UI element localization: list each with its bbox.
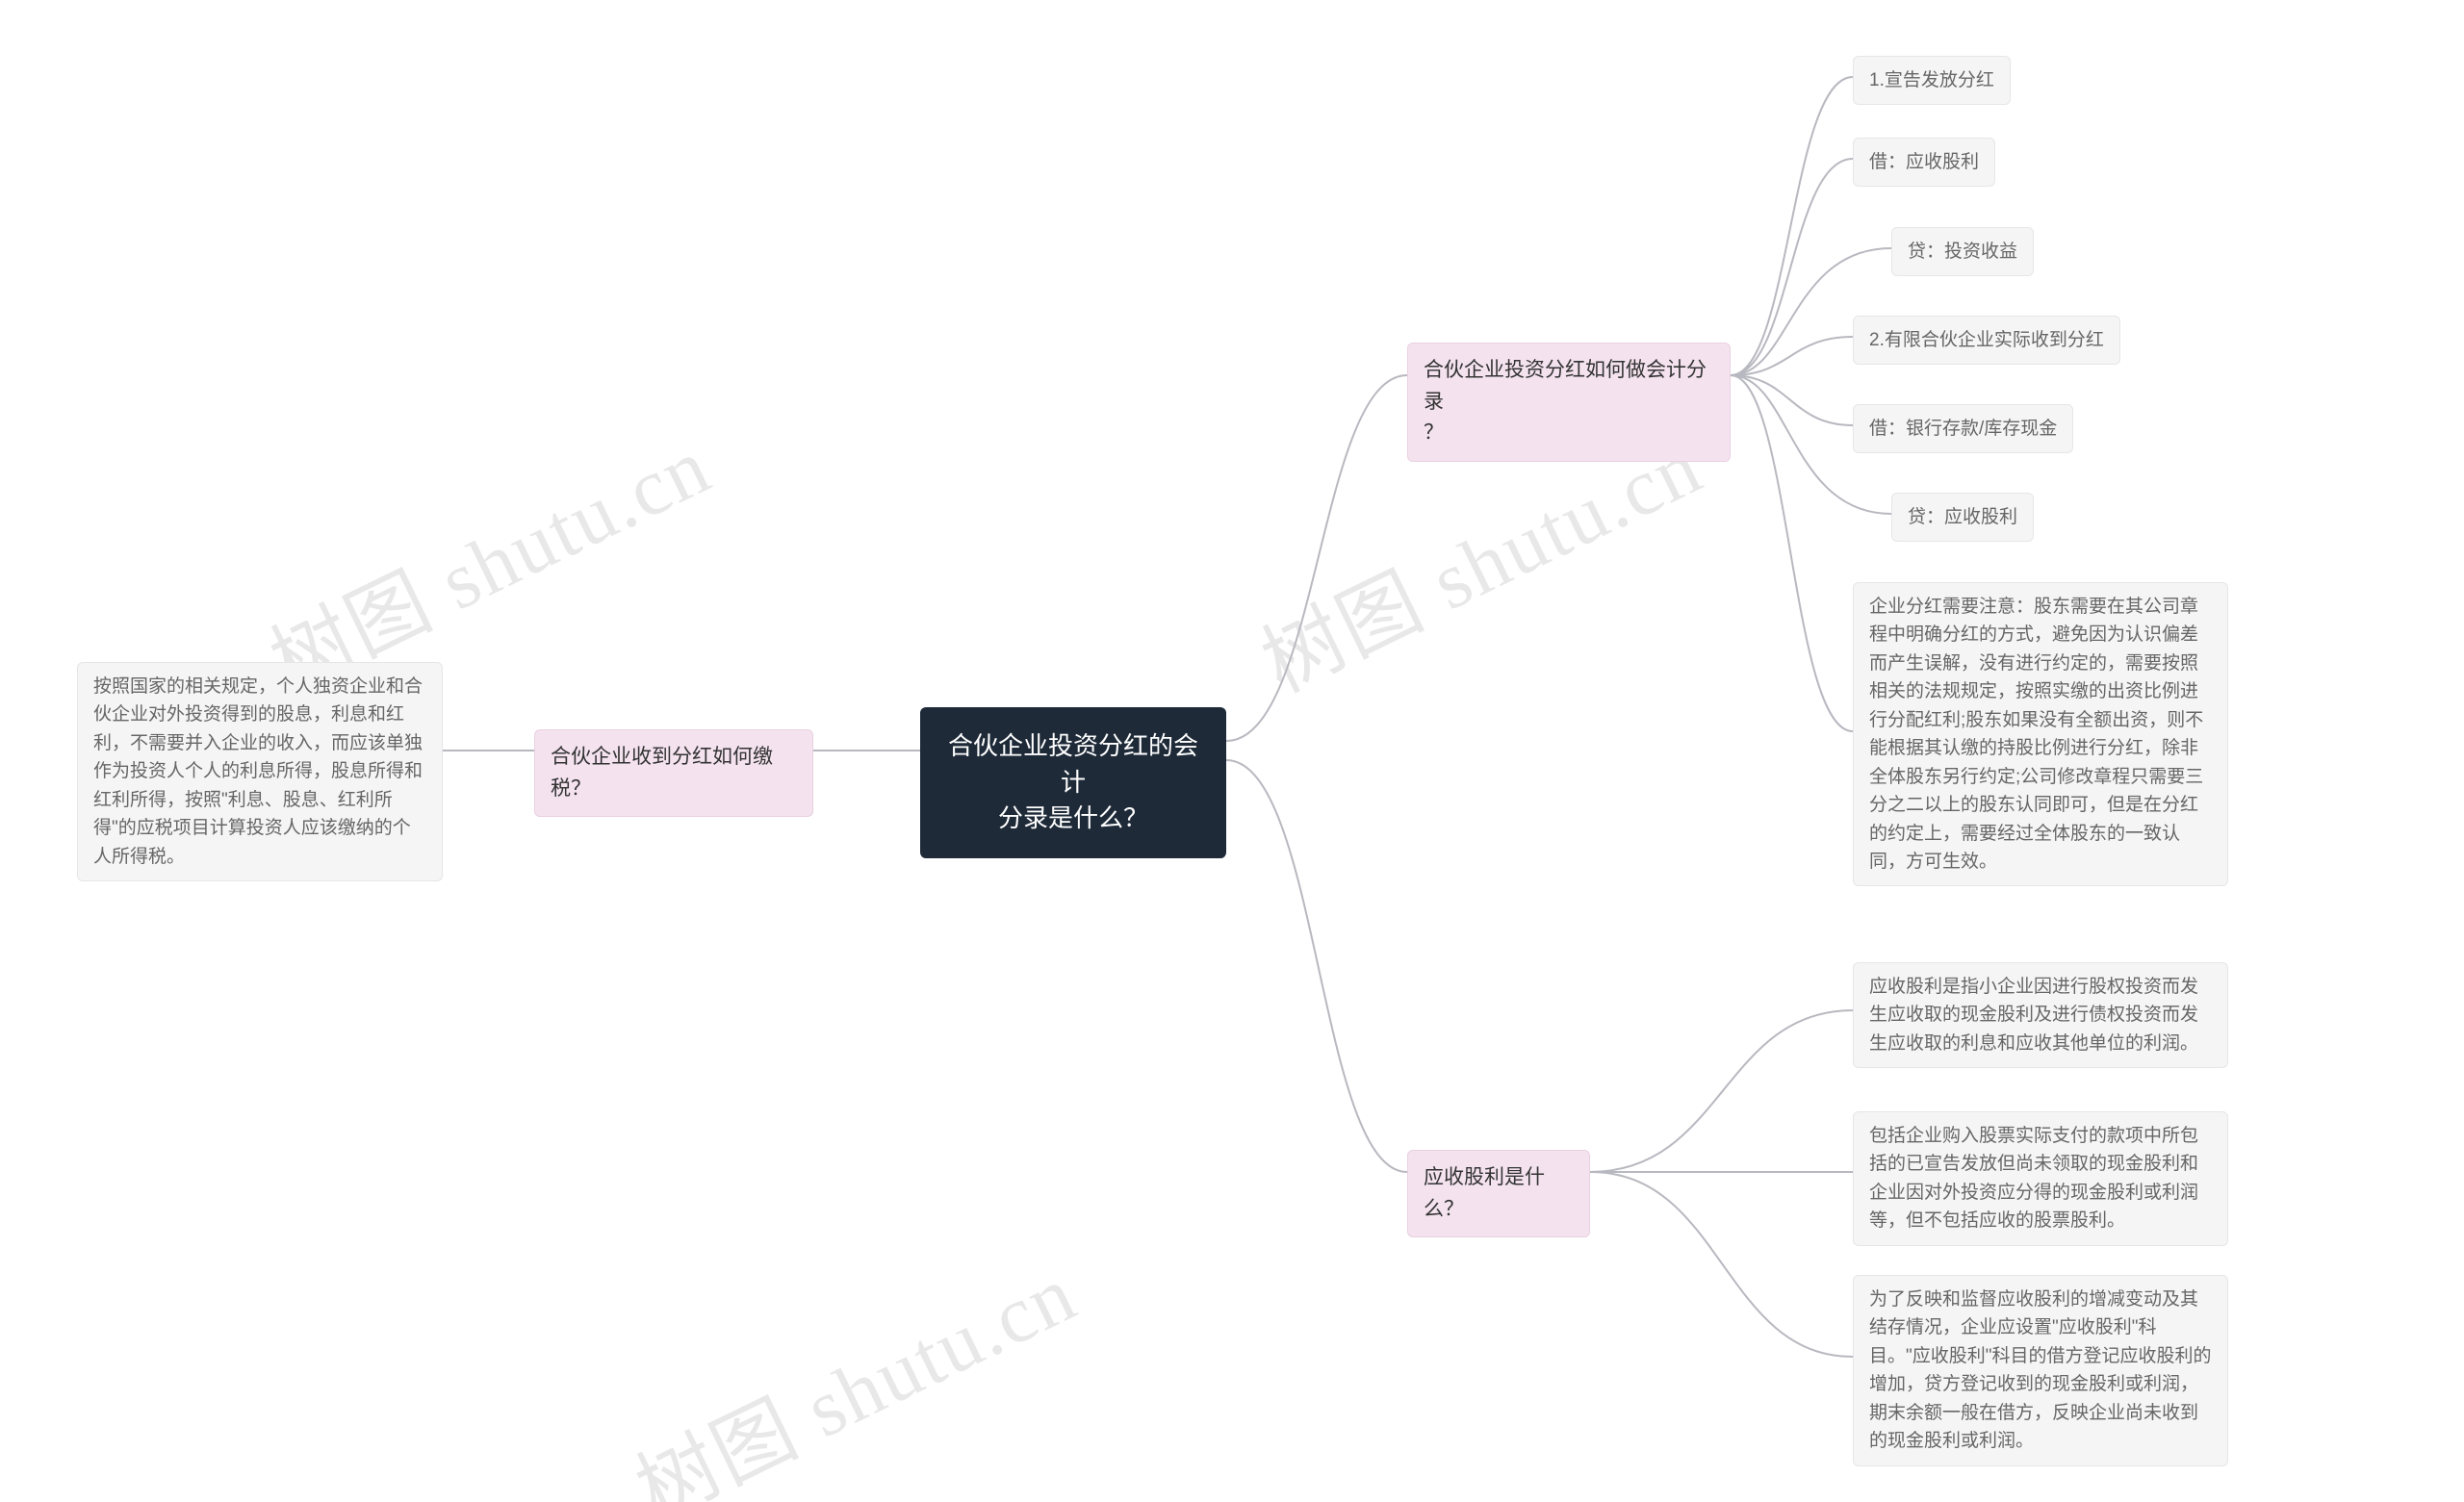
sec-tax[interactable]: 合伙企业收到分红如何缴税？ <box>534 729 813 817</box>
leaf-s1c7-text: 企业分红需要注意：股东需要在其公司章程中明确分红的方式，避免因为认识偏差而产生误… <box>1869 597 2203 872</box>
leaf-s1c3[interactable]: 贷：投资收益 <box>1891 227 2034 276</box>
leaf-s1c6-text: 贷：应收股利 <box>1908 507 2017 527</box>
leaf-tax-detail[interactable]: 按照国家的相关规定，个人独资企业和合伙企业对外投资得到的股息，利息和红利，不需要… <box>77 662 443 881</box>
sec-receivable[interactable]: 应收股利是什么？ <box>1407 1150 1590 1237</box>
leaf-s1c1[interactable]: 1.宣告发放分红 <box>1853 56 2011 105</box>
leaf-s1c3-text: 贷：投资收益 <box>1908 242 2017 262</box>
leaf-s1c7[interactable]: 企业分红需要注意：股东需要在其公司章程中明确分红的方式，避免因为认识偏差而产生误… <box>1853 582 2228 886</box>
leaf-s2c3-text: 为了反映和监督应收股利的增减变动及其结存情况，企业应设置"应收股利"科目。"应收… <box>1869 1289 2212 1451</box>
sec-entries-l1: 合伙企业投资分红如何做会计分录 <box>1424 359 1707 413</box>
leaf-s1c5[interactable]: 借：银行存款/库存现金 <box>1853 404 2073 453</box>
leaf-s2c3[interactable]: 为了反映和监督应收股利的增减变动及其结存情况，企业应设置"应收股利"科目。"应收… <box>1853 1275 2228 1466</box>
root-node[interactable]: 合伙企业投资分红的会计 分录是什么？ <box>920 707 1226 858</box>
leaf-s2c2[interactable]: 包括企业购入股票实际支付的款项中所包括的已宣告发放但尚未领取的现金股利和企业因对… <box>1853 1111 2228 1246</box>
root-line2: 分录是什么？ <box>998 803 1148 832</box>
sec-entries[interactable]: 合伙企业投资分红如何做会计分录 ？ <box>1407 343 1731 462</box>
leaf-tax-detail-text: 按照国家的相关规定，个人独资企业和合伙企业对外投资得到的股息，利息和红利，不需要… <box>93 676 423 867</box>
leaf-s1c1-text: 1.宣告发放分红 <box>1869 70 1994 90</box>
sec-entries-l2: ？ <box>1424 421 1444 444</box>
leaf-s1c6[interactable]: 贷：应收股利 <box>1891 493 2034 542</box>
leaf-s1c5-text: 借：银行存款/库存现金 <box>1869 419 2057 439</box>
sec-tax-label: 合伙企业收到分红如何缴税？ <box>551 746 773 800</box>
leaf-s1c2[interactable]: 借：应收股利 <box>1853 138 1995 187</box>
root-line1: 合伙企业投资分红的会计 <box>948 731 1198 797</box>
sec-receivable-label: 应收股利是什么？ <box>1424 1166 1545 1220</box>
leaf-s2c1[interactable]: 应收股利是指小企业因进行股权投资而发生应收取的现金股利及进行债权投资而发生应收取… <box>1853 962 2228 1068</box>
leaf-s1c4-text: 2.有限合伙企业实际收到分红 <box>1869 330 2104 350</box>
leaf-s1c4[interactable]: 2.有限合伙企业实际收到分红 <box>1853 316 2120 365</box>
watermark-3: 树图 shutu.cn <box>614 1230 1091 1502</box>
leaf-s1c2-text: 借：应收股利 <box>1869 152 1979 172</box>
leaf-s2c1-text: 应收股利是指小企业因进行股权投资而发生应收取的现金股利及进行债权投资而发生应收取… <box>1869 977 2198 1054</box>
leaf-s2c2-text: 包括企业购入股票实际支付的款项中所包括的已宣告发放但尚未领取的现金股利和企业因对… <box>1869 1126 2198 1231</box>
